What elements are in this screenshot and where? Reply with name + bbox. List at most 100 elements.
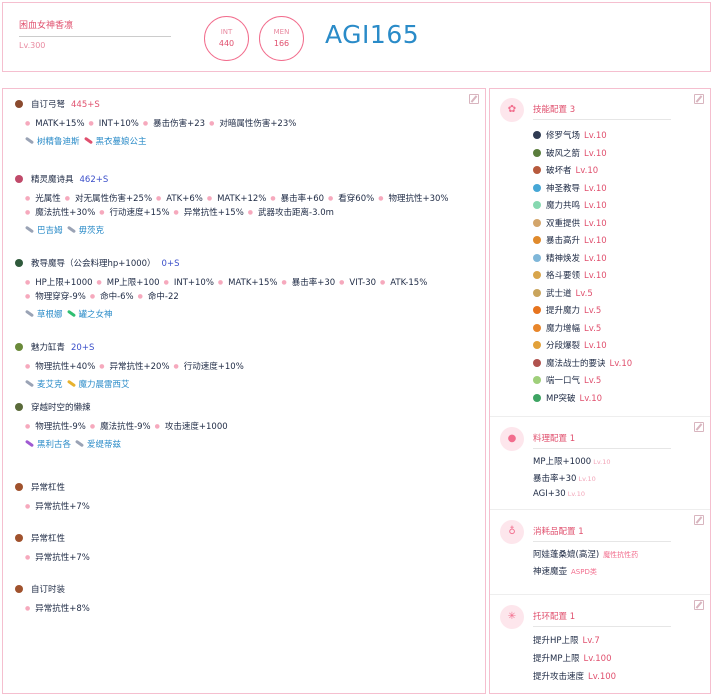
equipment-item[interactable]: 异常杠性异常抗性+7% [15,482,475,514]
edit-icon[interactable] [694,515,704,525]
equipment-stats: 物理抗性+40% 异常抗性+20% 行动速度+10% [25,360,475,374]
edit-icon[interactable] [694,600,704,610]
skill-item[interactable]: 魔力增幅 Lv.5 [533,322,601,334]
equipment-icon [15,534,23,542]
crystal-icon [24,379,35,388]
character-header: 困血女神香凛 Lv.300 INT 440 MEN 166 AGI165 [2,2,711,72]
food-level: Lv.10 [567,490,586,498]
stat-value: 166 [273,39,290,48]
crystal[interactable]: 树精鲁迪斯 [24,135,80,147]
edit-icon[interactable] [694,422,704,432]
skill-name: 魔力增幅 [546,323,581,334]
equipment-item[interactable]: 穿越时空的懒辣物理抗性-9% 魔法抗性-9% 攻击速度+1000 黑利古各 爱缇蒂兹 [15,402,475,450]
stat-line: 命中-22 [138,290,179,304]
equipment-stats: 物理抗性-9% 魔法抗性-9% 攻击速度+1000 [25,420,475,434]
skill-item[interactable]: 魔力共鸣 Lv.10 [533,199,607,211]
skill-item[interactable]: 破风之箭 Lv.10 [533,147,607,159]
skill-level: Lv.10 [584,148,607,159]
registlet-level: Lv.100 [583,654,612,664]
skill-icon [533,236,541,244]
crystal[interactable]: 魔力晨雷西艾 [66,378,130,390]
skill-name: 魔法战士的要诀 [546,358,606,369]
skill-item[interactable]: 精神焕发 Lv.10 [533,252,607,264]
equipment-stats: 异常抗性+7% [25,500,475,514]
crystal[interactable]: 麦艾克 [24,378,63,390]
crystal[interactable]: 毋茨克 [66,224,104,236]
food-name: 暴击率+30 [533,474,577,484]
registlets-title: 托环配置 1 [533,610,671,627]
crystal-list: 树精鲁迪斯 黑衣蔓娘公主 [24,135,475,147]
skill-item[interactable]: 双重提供 Lv.10 [533,217,607,229]
equipment-stats: MATK+15% INT+10% 暴击伤害+23 对暗属性伤害+23% [25,117,475,131]
registlet-item: 提升攻击速度 Lv.100 [533,670,616,682]
skill-name: 分段爆裂 [546,341,581,351]
crystal[interactable]: 爱缇蒂兹 [74,438,122,450]
equipment-name: 魅力缸青 [31,343,66,353]
skill-item[interactable]: 神圣教导 Lv.10 [533,182,607,194]
equipment-name: 异常杠性 [31,483,66,493]
stat-line: 异常抗性+15% [174,206,244,220]
equipment-title: 自订弓弩 445+S [15,99,475,111]
food-title: 料理配置 1 [533,432,671,449]
crystal[interactable]: 罐之女神 [66,308,113,320]
stat-line: 看穿60% [328,192,374,206]
stat-label: MEN [273,28,290,36]
equipment-item[interactable]: 自订时装异常抗性+8% [15,584,475,616]
skill-item[interactable]: 魔法战士的要诀 Lv.10 [533,357,632,369]
crystal-list: 黑利古各 爱缇蒂兹 [24,438,475,450]
skill-item[interactable]: 暴击高升 Lv.10 [533,234,607,246]
registlet-name: 提升MP上限 [533,654,580,664]
equipment-item[interactable]: 精灵魔诗具 462+S 光属性对无属性伤害+25% ATK+6% MATK+12% 暴击率… [15,174,475,236]
crystal[interactable]: 草根娜 [24,308,63,320]
equipment-stats: 异常抗性+7% [25,551,475,565]
crystal[interactable]: 巴吉姆 [24,224,63,236]
skill-icon [533,271,541,279]
skill-item[interactable]: 破坏者 Lv.10 [533,164,598,176]
skill-item[interactable]: 武士道 Lv.5 [533,287,593,299]
consumable-tag: 魔性抗性药 [603,551,639,559]
equipment-item[interactable]: 魅力缸青 20+S 物理抗性+40% 异常抗性+20% 行动速度+10% 麦艾克 魔力晨雷西… [15,342,475,390]
edit-icon[interactable] [694,94,704,104]
crystal-name: 黑利古各 [37,440,72,450]
stat-line: 物理穿穿-9% [25,290,86,304]
equipment-stats: HP上限+1000 MP上限+100 INT+10% MATK+15% 暴击率+30 VI… [25,276,475,304]
equipment-item[interactable]: 教导魔导（公会料理hp+1000） 0+S HP上限+1000 MP上限+100 INT… [15,258,475,320]
skill-item[interactable]: MP突破 Lv.10 [533,392,602,404]
crystal-list: 巴吉姆 毋茨克 [24,224,475,236]
equipment-item[interactable]: 自订弓弩 445+S MATK+15% INT+10% 暴击伤害+23 对暗属性伤害+23… [15,99,475,147]
equipment-item[interactable]: 异常杠性异常抗性+7% [15,533,475,565]
skill-level: Lv.5 [584,376,602,386]
skill-item[interactable]: 提升魔力 Lv.5 [533,304,601,316]
registlets-section: ✳ 托环配置 1 提升HP上限 Lv.7 提升MP上限 Lv.100 提升攻击速度 L… [490,594,710,693]
stat-line: 物理抗性+30% [378,192,448,206]
crystal-name: 爱缇蒂兹 [87,440,122,450]
skill-item[interactable]: 修罗气场 Lv.10 [533,129,607,141]
skill-item[interactable]: 格斗要领 Lv.10 [533,269,607,281]
skill-name: 提升魔力 [546,306,581,316]
crystal-name: 罐之女神 [78,310,113,320]
skills-section: ✿ 技能配置 3 修罗气场 Lv.10 破风之箭 Lv.10 破坏者 Lv.10 神圣教导 L… [490,89,710,415]
stat-line: 行动速度+15% [99,206,170,220]
crystal-name: 草根娜 [37,310,63,320]
stat-line: 武器攻击距离-3.0m [248,206,334,220]
skill-name: 精神焕发 [546,253,581,264]
stat-line: ATK-15% [380,276,427,290]
crystal-name: 麦艾克 [37,380,63,390]
crystal-icon [74,439,85,448]
crystal-icon [24,439,35,448]
consumable-name: 神速魔壶 [533,567,568,577]
stat-circle-men: MEN 166 [259,16,304,61]
skill-icon [533,253,541,262]
stat-line: 异常抗性+7% [25,500,90,514]
food-item: AGI+30 Lv.10 [533,489,585,499]
crystal[interactable]: 黑衣蔓娘公主 [83,135,147,147]
equipment-icon [15,403,23,411]
skill-item[interactable]: 分段爆裂 Lv.10 [533,339,607,351]
crystal-name: 树精鲁迪斯 [37,137,80,147]
crystal[interactable]: 黑利古各 [24,438,72,450]
registlet-name: 提升攻击速度 [533,672,585,682]
character-name: 困血女神香凛 [19,18,171,37]
skill-level: Lv.5 [584,323,602,334]
skill-item[interactable]: 喘一口气 Lv.5 [533,374,601,386]
skill-icon [533,376,541,384]
